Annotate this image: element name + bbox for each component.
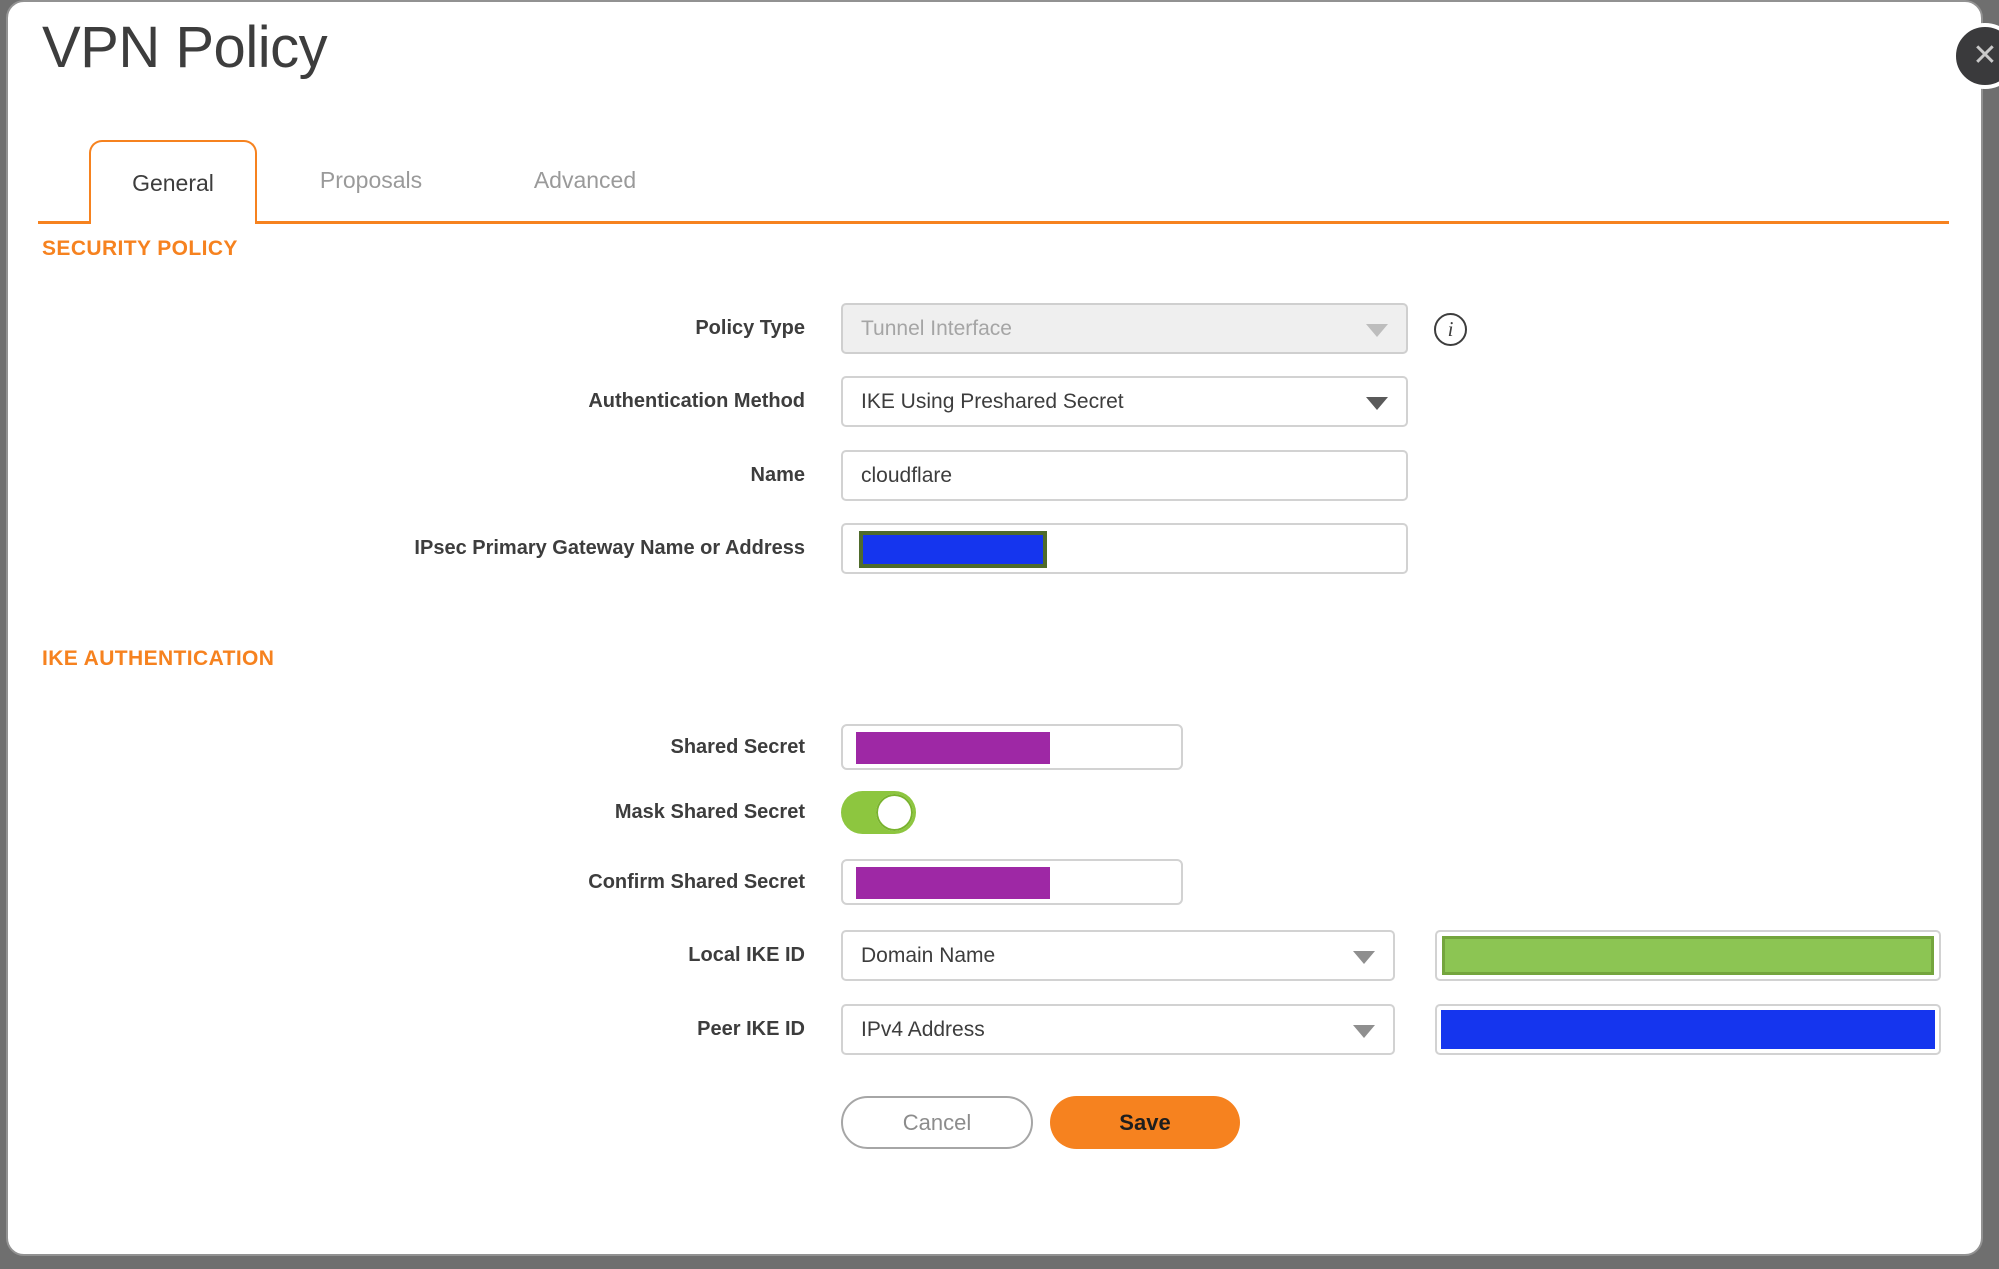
peer-ike-id-redaction bbox=[1441, 1010, 1935, 1049]
local-ike-id-redaction bbox=[1442, 936, 1934, 975]
save-button[interactable]: Save bbox=[1050, 1096, 1240, 1149]
tab-general[interactable]: General bbox=[89, 140, 257, 224]
confirm-shared-secret-input[interactable] bbox=[841, 859, 1183, 905]
info-icon-glyph: i bbox=[1447, 317, 1454, 341]
confirm-shared-secret-redaction bbox=[856, 867, 1050, 899]
chevron-down-icon bbox=[1366, 396, 1388, 410]
shared-secret-label: Shared Secret bbox=[670, 736, 805, 758]
chevron-down-icon bbox=[1353, 1024, 1375, 1038]
mask-shared-secret-toggle[interactable] bbox=[841, 791, 916, 834]
shared-secret-redaction bbox=[856, 732, 1050, 764]
ipsec-gateway-input[interactable] bbox=[841, 523, 1408, 574]
tab-general-label: General bbox=[132, 169, 214, 196]
shared-secret-input[interactable] bbox=[841, 724, 1183, 770]
security-policy-heading: SECURITY POLICY bbox=[42, 237, 238, 260]
tab-proposals-label: Proposals bbox=[319, 167, 423, 193]
ipsec-gateway-redaction bbox=[859, 531, 1047, 568]
close-button[interactable]: ✕ bbox=[1952, 23, 1999, 89]
peer-ike-id-type-value: IPv4 Address bbox=[861, 1017, 985, 1041]
cancel-button[interactable]: Cancel bbox=[841, 1096, 1033, 1149]
name-value: cloudflare bbox=[861, 463, 953, 487]
local-ike-id-input[interactable] bbox=[1435, 930, 1941, 981]
peer-ike-id-input[interactable] bbox=[1435, 1004, 1941, 1055]
tab-advanced[interactable]: Advanced bbox=[510, 140, 660, 221]
save-button-label: Save bbox=[1119, 1109, 1171, 1135]
tab-bar: General Proposals Advanced bbox=[38, 140, 1949, 224]
vpn-policy-dialog: VPN Policy ✕ General Proposals Advanced … bbox=[6, 0, 1999, 1256]
ipsec-gateway-label: IPsec Primary Gateway Name or Address bbox=[414, 537, 805, 559]
local-ike-id-type-select[interactable]: Domain Name bbox=[841, 930, 1395, 981]
local-ike-id-type-value: Domain Name bbox=[861, 943, 996, 967]
ike-authentication-heading: IKE AUTHENTICATION bbox=[42, 647, 275, 670]
tab-proposals[interactable]: Proposals bbox=[296, 140, 446, 221]
toggle-knob bbox=[876, 794, 913, 831]
local-ike-id-label: Local IKE ID bbox=[688, 944, 805, 966]
confirm-shared-secret-label: Confirm Shared Secret bbox=[588, 871, 805, 893]
peer-ike-id-label: Peer IKE ID bbox=[697, 1018, 805, 1040]
chevron-down-icon bbox=[1366, 323, 1388, 337]
mask-shared-secret-label: Mask Shared Secret bbox=[614, 801, 805, 823]
authentication-method-label: Authentication Method bbox=[588, 390, 805, 412]
name-label: Name bbox=[750, 464, 805, 486]
close-icon: ✕ bbox=[1972, 39, 1998, 72]
chevron-down-icon bbox=[1353, 950, 1375, 964]
authentication-method-select[interactable]: IKE Using Preshared Secret bbox=[841, 376, 1408, 427]
policy-type-select: Tunnel Interface bbox=[841, 303, 1408, 354]
cancel-button-label: Cancel bbox=[902, 1109, 972, 1135]
page-title: VPN Policy bbox=[42, 15, 328, 80]
peer-ike-id-type-select[interactable]: IPv4 Address bbox=[841, 1004, 1395, 1055]
info-icon[interactable]: i bbox=[1434, 313, 1467, 346]
policy-type-value: Tunnel Interface bbox=[861, 316, 1012, 340]
authentication-method-value: IKE Using Preshared Secret bbox=[861, 389, 1124, 413]
tab-advanced-label: Advanced bbox=[533, 167, 637, 193]
policy-type-label: Policy Type bbox=[695, 317, 805, 339]
name-input[interactable]: cloudflare bbox=[841, 450, 1408, 501]
